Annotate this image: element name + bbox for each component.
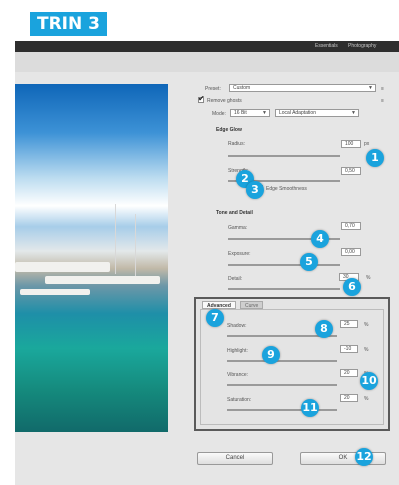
step-marker-7: 7 bbox=[206, 309, 224, 327]
boat-shape bbox=[20, 289, 90, 295]
step-marker-5: 5 bbox=[300, 253, 318, 271]
chevron-down-icon: ▼ bbox=[262, 110, 267, 116]
preview-image bbox=[15, 84, 168, 432]
vibrance-slider[interactable] bbox=[227, 384, 337, 386]
vibrance-field[interactable]: 20 bbox=[340, 369, 358, 377]
remove-ghosts-checkbox[interactable] bbox=[198, 94, 205, 103]
exposure-slider[interactable] bbox=[228, 264, 340, 266]
ghost-options-icon[interactable]: ≡ bbox=[381, 98, 384, 104]
saturation-slider[interactable] bbox=[227, 409, 337, 411]
edge-smoothness-label: Edge Smoothness bbox=[266, 186, 307, 192]
ok-button[interactable]: OK bbox=[300, 452, 386, 465]
step-marker-3: 3 bbox=[246, 181, 264, 199]
step-marker-9: 9 bbox=[262, 346, 280, 364]
step-marker-11: 11 bbox=[301, 399, 319, 417]
gamma-label: Gamma: bbox=[228, 225, 248, 231]
step-marker-6: 6 bbox=[343, 278, 361, 296]
highlight-unit: % bbox=[364, 347, 369, 353]
step-marker-1: 1 bbox=[366, 149, 384, 167]
radius-field[interactable]: 100 bbox=[341, 140, 361, 148]
mast-shape bbox=[135, 214, 136, 276]
exposure-field[interactable]: 0,00 bbox=[341, 248, 361, 256]
method-select[interactable]: Local Adaptation ▼ bbox=[275, 109, 359, 117]
detail-unit: % bbox=[366, 275, 371, 281]
detail-label: Detail: bbox=[228, 276, 243, 282]
tab-essentials[interactable]: Essentials bbox=[315, 43, 338, 49]
tab-photography[interactable]: Photography bbox=[348, 43, 376, 49]
highlight-slider[interactable] bbox=[227, 360, 337, 362]
tab-curve[interactable]: Curve bbox=[240, 301, 264, 309]
step-marker-12: 12 bbox=[355, 448, 373, 466]
radius-unit: px bbox=[364, 141, 370, 147]
step-marker-10: 10 bbox=[360, 372, 378, 390]
detail-slider[interactable] bbox=[228, 288, 340, 290]
preset-dropdown[interactable]: Custom ▼ bbox=[229, 84, 376, 92]
mast-shape bbox=[115, 204, 116, 274]
gamma-field[interactable]: 0,70 bbox=[341, 222, 361, 230]
app-top-bar: Essentials Photography bbox=[15, 41, 399, 52]
preset-label: Preset: bbox=[205, 86, 221, 92]
step-marker-4: 4 bbox=[311, 230, 329, 248]
bit-depth-select[interactable]: 16 Bit ▼ bbox=[230, 109, 270, 117]
highlight-label: Highlight: bbox=[227, 348, 248, 354]
saturation-label: Saturation: bbox=[227, 397, 252, 403]
preset-menu-icon[interactable]: ≡ bbox=[381, 86, 384, 92]
step-badge: TRIN 3 bbox=[30, 12, 107, 36]
highlight-field[interactable]: -10 bbox=[340, 345, 358, 353]
saturation-unit: % bbox=[364, 396, 369, 402]
vibrance-label: Vibrance: bbox=[227, 372, 249, 378]
chevron-down-icon: ▼ bbox=[368, 85, 373, 91]
boat-shape bbox=[15, 262, 110, 272]
radius-label: Radius: bbox=[228, 141, 245, 147]
dialog-title-bar bbox=[15, 52, 399, 72]
saturation-field[interactable]: 20 bbox=[340, 394, 358, 402]
tab-advanced[interactable]: Advanced bbox=[202, 301, 236, 309]
shadow-unit: % bbox=[364, 322, 369, 328]
shadow-label: Shadow: bbox=[227, 323, 247, 329]
radius-slider[interactable] bbox=[228, 155, 340, 157]
boat-shape bbox=[45, 276, 160, 284]
remove-ghosts-label: Remove ghosts bbox=[207, 98, 242, 104]
step-marker-8: 8 bbox=[315, 320, 333, 338]
tone-detail-heading: Tone and Detail bbox=[216, 210, 253, 216]
cancel-button[interactable]: Cancel bbox=[197, 452, 273, 465]
shadow-field[interactable]: 25 bbox=[340, 320, 358, 328]
exposure-label: Exposure: bbox=[228, 251, 251, 257]
strength-field[interactable]: 0,50 bbox=[341, 167, 361, 175]
edge-glow-heading: Edge Glow bbox=[216, 127, 242, 133]
mode-label: Mode: bbox=[212, 111, 226, 117]
chevron-down-icon: ▼ bbox=[351, 110, 356, 116]
